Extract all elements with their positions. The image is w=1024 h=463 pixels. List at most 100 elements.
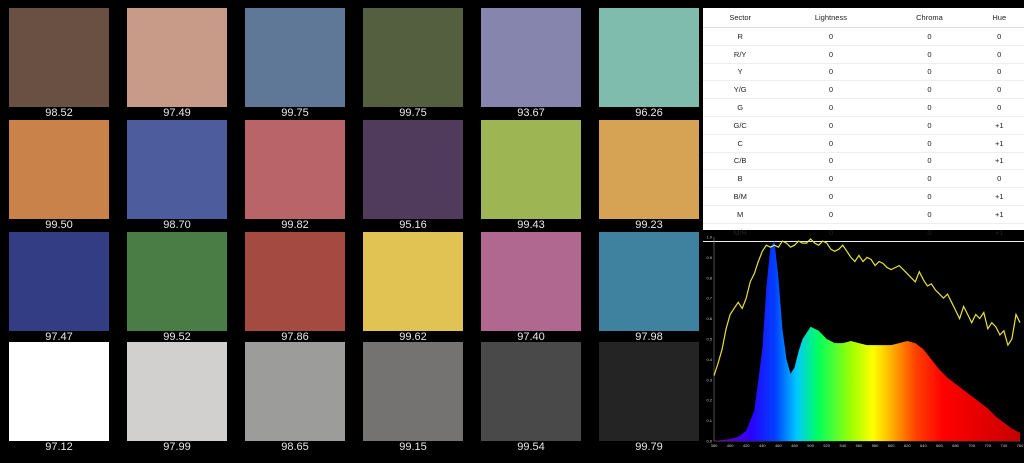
patch-value: 99.75 bbox=[281, 107, 309, 119]
patch-swatch bbox=[245, 342, 345, 441]
color-patch: 98.65 bbox=[236, 342, 354, 454]
x-tick-label: 600 bbox=[888, 443, 895, 448]
patch-swatch bbox=[599, 232, 699, 331]
patch-value: 96.26 bbox=[635, 107, 663, 119]
table-cell: 0 bbox=[884, 80, 975, 100]
table-cell: 0 bbox=[884, 169, 975, 189]
table-row: C 0 0 +1 bbox=[703, 134, 1024, 153]
patch-swatch bbox=[363, 232, 463, 331]
patch-swatch bbox=[599, 342, 699, 441]
y-tick-label: 0.1 bbox=[706, 418, 712, 423]
patch-swatch bbox=[481, 120, 581, 219]
patch-swatch bbox=[481, 232, 581, 331]
table-row: Y/G 0 0 0 bbox=[703, 80, 1024, 100]
table-cell: 0 bbox=[974, 169, 1024, 189]
color-patch: 99.50 bbox=[0, 120, 118, 232]
patch-value: 97.49 bbox=[163, 107, 191, 119]
table-cell: C/B bbox=[703, 152, 778, 171]
x-tick-label: 680 bbox=[952, 443, 959, 448]
col-header-lightness: Lightness bbox=[777, 8, 885, 28]
table-cell: Y/G bbox=[703, 80, 778, 100]
color-patch: 95.16 bbox=[354, 120, 472, 232]
table-row: Y000 bbox=[703, 63, 1024, 82]
patch-value: 97.99 bbox=[163, 441, 191, 453]
table-cell: 0 bbox=[777, 152, 885, 171]
table-cell: +1 bbox=[974, 134, 1024, 153]
x-tick-label: 480 bbox=[791, 443, 798, 448]
patch-swatch bbox=[481, 8, 581, 107]
color-patch: 97.40 bbox=[472, 232, 590, 344]
table-cell: 0 bbox=[777, 169, 885, 189]
x-tick-label: 500 bbox=[807, 443, 814, 448]
patch-swatch bbox=[363, 120, 463, 219]
spectrum-area bbox=[714, 241, 1020, 441]
table-cell: 0 bbox=[777, 98, 885, 117]
x-tick-label: 540 bbox=[839, 443, 846, 448]
table-cell: R bbox=[703, 27, 778, 46]
x-tick-label: 460 bbox=[775, 443, 782, 448]
x-tick-label: 620 bbox=[904, 443, 911, 448]
color-patch: 97.86 bbox=[236, 232, 354, 344]
y-tick-label: 0.8 bbox=[706, 275, 712, 280]
patch-swatch bbox=[363, 8, 463, 107]
patch-value: 99.75 bbox=[399, 107, 427, 119]
patch-value: 99.54 bbox=[517, 441, 545, 453]
table-row: B/M 0 0 +1 bbox=[703, 187, 1024, 206]
table-cell: 0 bbox=[884, 205, 975, 224]
table-cell: C bbox=[703, 134, 778, 153]
table-row: G/C 0 0 +1 bbox=[703, 116, 1024, 135]
patch-value: 98.70 bbox=[163, 219, 191, 231]
x-tick-label: 520 bbox=[823, 443, 830, 448]
color-patch: 99.62 bbox=[354, 232, 472, 344]
color-patch: 96.26 bbox=[590, 8, 708, 120]
patch-swatch bbox=[481, 342, 581, 441]
color-patch: 99.23 bbox=[590, 120, 708, 232]
x-tick-label: 440 bbox=[759, 443, 766, 448]
y-tick-label: 0.7 bbox=[706, 296, 712, 301]
table-cell: 0 bbox=[884, 134, 975, 153]
table-row: C/B 0 0 +1 bbox=[703, 152, 1024, 171]
patch-value: 98.65 bbox=[281, 441, 309, 453]
patch-value: 95.16 bbox=[399, 219, 427, 231]
x-tick-label: 400 bbox=[727, 443, 734, 448]
patch-swatch bbox=[245, 8, 345, 107]
table-cell: 0 bbox=[777, 80, 885, 100]
x-tick-label: 640 bbox=[920, 443, 927, 448]
table-row: G000 bbox=[703, 98, 1024, 117]
color-patch: 99.79 bbox=[590, 342, 708, 454]
patch-swatch bbox=[127, 8, 227, 107]
table-cell: 0 bbox=[777, 27, 885, 46]
table-cell: +1 bbox=[974, 116, 1024, 135]
x-tick-label: 560 bbox=[856, 443, 863, 448]
patch-swatch bbox=[245, 232, 345, 331]
table-cell: G bbox=[703, 98, 778, 117]
table-cell: G/C bbox=[703, 116, 778, 135]
patch-value: 99.79 bbox=[635, 441, 663, 453]
table-cell: B bbox=[703, 169, 778, 189]
col-header-chroma: Chroma bbox=[884, 8, 975, 28]
table-cell: 0 bbox=[884, 63, 975, 82]
col-header-sector: Sector bbox=[703, 8, 778, 28]
color-patch: 97.47 bbox=[0, 232, 118, 344]
patch-value: 93.67 bbox=[517, 107, 545, 119]
table-cell: 0 bbox=[974, 27, 1024, 46]
sector-table: Sector Lightness Chroma Hue R 0 0 0 R/Y 0 0 0 Y 0… bbox=[703, 8, 1024, 242]
patch-value: 99.43 bbox=[517, 219, 545, 231]
table-cell: 0 bbox=[884, 116, 975, 135]
y-tick-label: 0.2 bbox=[706, 398, 712, 403]
table-cell: 0 bbox=[777, 63, 885, 82]
table-cell: R/Y bbox=[703, 45, 778, 64]
color-patch: 99.52 bbox=[118, 232, 236, 344]
y-tick-label: 0.4 bbox=[706, 357, 712, 362]
patch-value: 99.50 bbox=[45, 219, 73, 231]
patch-value: 99.82 bbox=[281, 219, 309, 231]
color-patch: 97.99 bbox=[118, 342, 236, 454]
table-header-row: Sector Lightness Chroma Hue bbox=[703, 8, 1024, 28]
table-cell: 0 bbox=[974, 63, 1024, 82]
color-patch: 97.49 bbox=[118, 8, 236, 120]
x-tick-label: 700 bbox=[968, 443, 975, 448]
color-patch: 93.67 bbox=[472, 8, 590, 120]
table-cell: Y bbox=[703, 63, 778, 82]
table-cell: 0 bbox=[884, 152, 975, 171]
x-tick-label: 660 bbox=[936, 443, 943, 448]
